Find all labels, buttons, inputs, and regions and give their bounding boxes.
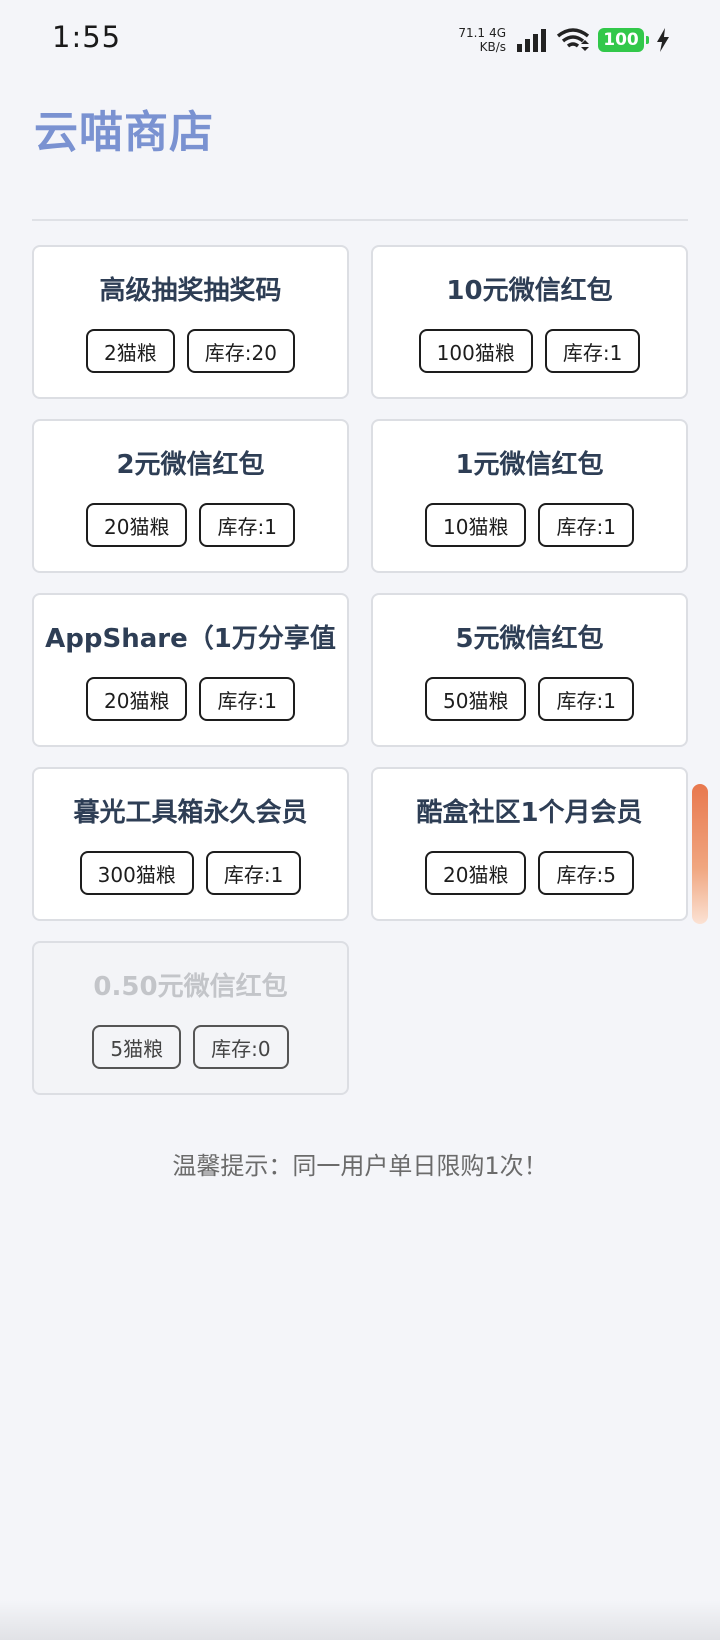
- stock-tag: 库存:20: [186, 329, 295, 373]
- purchase-limit-tip: 温馨提示：同一用户单日限购1次！: [172, 1152, 548, 1180]
- price-tag: 20猫粮: [86, 503, 188, 547]
- page-title: 云喵商店: [34, 107, 214, 158]
- product-card[interactable]: 高级抽奖抽奖码 2猫粮 库存:20: [32, 245, 349, 399]
- product-name: AppShare（1万分享值: [45, 624, 336, 654]
- price-tag: 5猫粮: [92, 1025, 182, 1069]
- stock-tag: 库存:1: [199, 677, 295, 721]
- product-card[interactable]: 2元微信红包 20猫粮 库存:1: [32, 419, 349, 573]
- product-name: 5元微信红包: [455, 624, 604, 654]
- scrollbar-thumb[interactable]: [692, 784, 708, 924]
- signal-icon: [517, 29, 546, 52]
- product-grid: 高级抽奖抽奖码 2猫粮 库存:20 10元微信红包 100猫粮 库存:1 2元微…: [32, 245, 688, 1095]
- product-card[interactable]: 5元微信红包 50猫粮 库存:1: [371, 593, 688, 747]
- price-tag: 50猫粮: [425, 677, 527, 721]
- price-tag: 10猫粮: [425, 503, 527, 547]
- product-card[interactable]: 10元微信红包 100猫粮 库存:1: [371, 245, 688, 399]
- header-divider: [32, 219, 688, 221]
- stock-tag: 库存:0: [193, 1025, 289, 1069]
- product-name: 暮光工具箱永久会员: [73, 798, 308, 828]
- price-tag: 20猫粮: [86, 677, 188, 721]
- status-time: 1:55: [52, 20, 122, 54]
- price-tag: 2猫粮: [86, 329, 175, 373]
- product-name: 高级抽奖抽奖码: [99, 276, 282, 306]
- price-tag: 300猫粮: [79, 851, 194, 895]
- product-card[interactable]: 1元微信红包 10猫粮 库存:1: [371, 419, 688, 573]
- bottom-fade: [0, 1600, 720, 1640]
- status-icons: 71.1 4G KB/s 100: [458, 22, 670, 58]
- product-card[interactable]: AppShare（1万分享值 20猫粮 库存:1: [32, 593, 349, 747]
- product-card-sold-out[interactable]: 0.50元微信红包 5猫粮 库存:0: [32, 941, 349, 1095]
- network-type: 4G: [489, 26, 506, 40]
- network-speed-value: 71.1: [458, 26, 486, 40]
- product-name: 2元微信红包: [116, 450, 265, 480]
- stock-tag: 库存:1: [199, 503, 295, 547]
- status-bar: 1:55 71.1 4G KB/s 100: [0, 0, 720, 80]
- charging-icon: [657, 28, 669, 52]
- product-card[interactable]: 酷盒社区1个月会员 20猫粮 库存:5: [371, 767, 688, 921]
- product-name: 10元微信红包: [446, 276, 613, 306]
- product-name: 酷盒社区1个月会员: [416, 798, 643, 828]
- network-speed-unit: KB/s: [479, 40, 506, 54]
- network-speed: 71.1 4G KB/s: [458, 26, 506, 54]
- price-tag: 100猫粮: [418, 329, 533, 373]
- price-tag: 20猫粮: [425, 851, 527, 895]
- product-name: 1元微信红包: [455, 450, 604, 480]
- stock-tag: 库存:1: [544, 329, 641, 373]
- battery-icon: 100: [598, 28, 649, 52]
- stock-tag: 库存:1: [538, 677, 634, 721]
- battery-level: 100: [603, 30, 639, 50]
- stock-tag: 库存:5: [538, 851, 634, 895]
- wifi-icon: [556, 28, 590, 51]
- product-name: 0.50元微信红包: [93, 972, 288, 1002]
- stock-tag: 库存:1: [205, 851, 302, 895]
- stock-tag: 库存:1: [538, 503, 634, 547]
- product-card[interactable]: 暮光工具箱永久会员 300猫粮 库存:1: [32, 767, 349, 921]
